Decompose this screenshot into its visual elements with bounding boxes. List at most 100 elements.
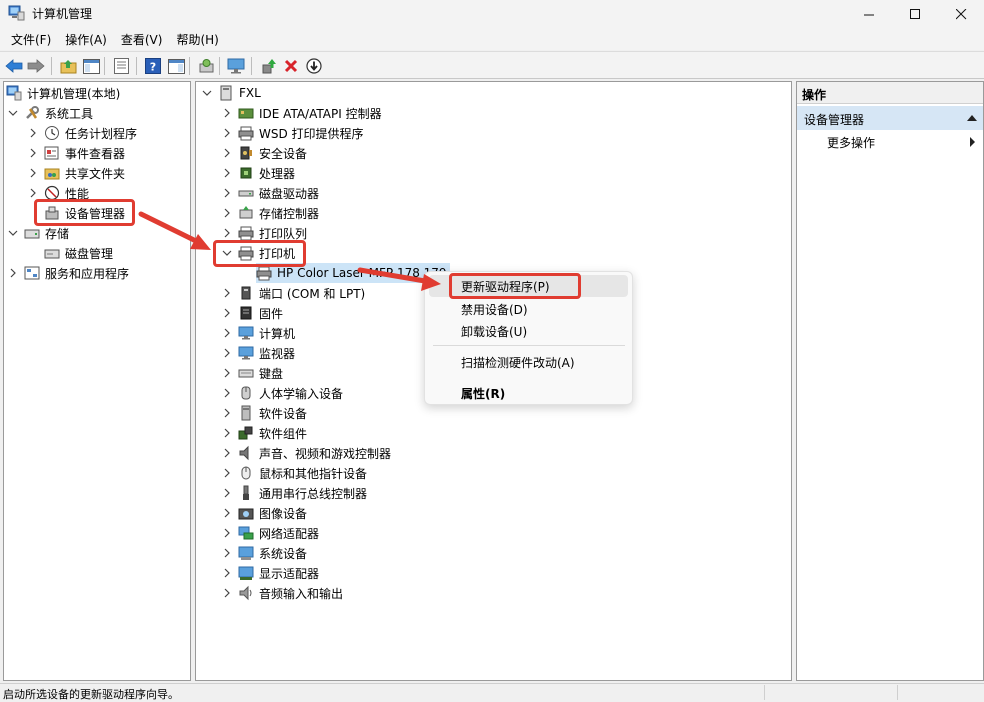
menu-view[interactable]: 查看(V) xyxy=(114,28,170,50)
tree-disk-management[interactable]: 磁盘管理 xyxy=(44,243,113,263)
properties-button[interactable] xyxy=(111,56,131,76)
device-category-ide-controller[interactable]: IDE ATA/ATAPI 控制器 xyxy=(222,103,382,123)
chevron-right-icon[interactable] xyxy=(222,288,232,298)
back-button[interactable] xyxy=(4,56,24,76)
chevron-right-icon[interactable] xyxy=(222,488,232,498)
chevron-right-icon[interactable] xyxy=(222,148,232,158)
device-category-keyboard[interactable]: 键盘 xyxy=(222,363,283,383)
system-device-icon xyxy=(238,546,254,560)
chevron-right-icon[interactable] xyxy=(222,428,232,438)
minimize-button[interactable] xyxy=(846,0,892,28)
chevron-right-icon[interactable] xyxy=(222,568,232,578)
chevron-right-icon[interactable] xyxy=(222,508,232,518)
chevron-right-icon[interactable] xyxy=(222,328,232,338)
device-category-system-device[interactable]: 系统设备 xyxy=(222,543,307,563)
device-category-usb[interactable]: 通用串行总线控制器 xyxy=(222,483,367,503)
device-category-disk-drive[interactable]: 磁盘驱动器 xyxy=(222,183,319,203)
close-button[interactable] xyxy=(938,0,984,28)
forward-icon xyxy=(27,59,45,73)
tree-event-viewer[interactable]: 事件查看器 xyxy=(28,143,125,163)
chevron-right-icon[interactable] xyxy=(222,208,232,218)
chevron-right-icon[interactable] xyxy=(28,168,38,178)
chevron-right-icon[interactable] xyxy=(222,408,232,418)
tree-storage[interactable]: 存储 xyxy=(8,223,69,243)
device-category-monitor[interactable]: 监视器 xyxy=(222,343,295,363)
device-category-label: 存储控制器 xyxy=(259,206,320,221)
device-category-software-device[interactable]: 软件设备 xyxy=(222,403,307,423)
tree-root[interactable]: 计算机管理(本地) xyxy=(6,83,120,103)
window-title: 计算机管理 xyxy=(32,7,93,21)
device-category-mouse[interactable]: 鼠标和其他指针设备 xyxy=(222,463,367,483)
menu-help[interactable]: 帮助(H) xyxy=(169,28,225,50)
minimize-icon xyxy=(863,14,874,15)
show-hide-action-button[interactable] xyxy=(166,56,186,76)
menu-properties[interactable]: 属性(R) xyxy=(461,385,505,402)
help-button[interactable]: ? xyxy=(143,56,163,76)
chevron-right-icon[interactable] xyxy=(222,108,232,118)
chevron-right-icon[interactable] xyxy=(222,348,232,358)
chevron-right-icon[interactable] xyxy=(222,468,232,478)
forward-button[interactable] xyxy=(26,56,46,76)
chevron-right-icon[interactable] xyxy=(222,528,232,538)
chevron-right-icon[interactable] xyxy=(222,308,232,318)
device-tree-root[interactable]: FXL xyxy=(202,83,261,103)
chevron-right-icon[interactable] xyxy=(222,588,232,598)
chevron-right-icon[interactable] xyxy=(222,188,232,198)
menu-file[interactable]: 文件(F) xyxy=(4,28,58,50)
properties-icon xyxy=(113,58,129,74)
update-driver-button[interactable] xyxy=(259,56,279,76)
device-category-label: 键盘 xyxy=(259,366,284,381)
chevron-down-icon[interactable] xyxy=(8,228,18,238)
chevron-right-icon[interactable] xyxy=(28,188,38,198)
chevron-down-icon[interactable] xyxy=(8,108,18,118)
menu-scan-hardware[interactable]: 扫描检测硬件改动(A) xyxy=(461,354,575,371)
chevron-right-icon[interactable] xyxy=(222,168,232,178)
storage-icon xyxy=(24,229,40,239)
disable-button[interactable] xyxy=(304,56,324,76)
uninstall-button[interactable] xyxy=(281,56,301,76)
device-category-audio-io[interactable]: 音频输入和输出 xyxy=(222,583,343,603)
chevron-right-icon[interactable] xyxy=(28,148,38,158)
chevron-right-icon[interactable] xyxy=(222,368,232,378)
tree-services-apps[interactable]: 服务和应用程序 xyxy=(8,263,129,283)
menu-action[interactable]: 操作(A) xyxy=(58,28,114,50)
scan-hardware-button[interactable] xyxy=(196,56,216,76)
tree-system-tools[interactable]: 系统工具 xyxy=(8,103,93,123)
actions-section-device-manager[interactable]: 设备管理器 xyxy=(797,106,983,130)
chevron-right-icon[interactable] xyxy=(28,128,38,138)
device-category-storage-controller[interactable]: 存储控制器 xyxy=(222,203,319,223)
device-category-software-component[interactable]: 软件组件 xyxy=(222,423,307,443)
device-category-hid[interactable]: 人体学输入设备 xyxy=(222,383,343,403)
device-category-computer[interactable]: 计算机 xyxy=(222,323,295,343)
device-category-network-adapter[interactable]: 网络适配器 xyxy=(222,523,319,543)
device-category-port[interactable]: 端口 (COM 和 LPT) xyxy=(222,283,365,303)
up-folder-button[interactable] xyxy=(58,56,78,76)
device-category-firmware[interactable]: 固件 xyxy=(222,303,283,323)
device-category-processor[interactable]: 处理器 xyxy=(222,163,295,183)
chevron-right-icon[interactable] xyxy=(222,548,232,558)
device-category-imaging-device[interactable]: 图像设备 xyxy=(222,503,307,523)
more-actions-item[interactable]: 更多操作 xyxy=(827,134,875,151)
disk-management-icon xyxy=(44,249,60,259)
chevron-down-icon[interactable] xyxy=(202,88,212,98)
chevron-right-icon[interactable] xyxy=(222,228,232,238)
device-category-security-device[interactable]: 安全设备 xyxy=(222,143,307,163)
menu-uninstall-device[interactable]: 卸载设备(U) xyxy=(461,323,527,340)
device-category-sound[interactable]: 声音、视频和游戏控制器 xyxy=(222,443,391,463)
tree-shared-folders[interactable]: 共享文件夹 xyxy=(28,163,125,183)
device-category-label: 端口 (COM 和 LPT) xyxy=(259,286,366,301)
computer-monitor-button[interactable] xyxy=(226,56,246,76)
maximize-button[interactable] xyxy=(892,0,938,28)
device-category-wsd-printer[interactable]: WSD 打印提供程序 xyxy=(222,123,364,143)
status-text: 启动所选设备的更新驱动程序向导。 xyxy=(3,688,179,701)
chevron-right-icon[interactable] xyxy=(222,388,232,398)
show-hide-tree-button[interactable] xyxy=(81,56,101,76)
tree-task-scheduler[interactable]: 任务计划程序 xyxy=(28,123,137,143)
chevron-right-icon[interactable] xyxy=(222,448,232,458)
collapse-up-icon[interactable] xyxy=(967,114,977,122)
menu-disable-device[interactable]: 禁用设备(D) xyxy=(461,301,528,318)
chevron-right-icon[interactable] xyxy=(222,128,232,138)
device-category-display-adapter[interactable]: 显示适配器 xyxy=(222,563,319,583)
chevron-right-icon[interactable] xyxy=(8,268,18,278)
toolbar: ? xyxy=(0,51,984,79)
